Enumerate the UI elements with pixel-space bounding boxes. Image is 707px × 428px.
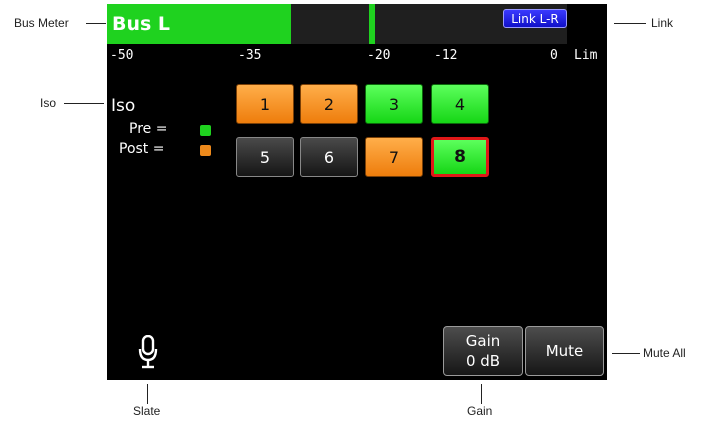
link-l-r-button[interactable]: Link L-R	[503, 9, 567, 28]
scale-label-minus-12: -12	[434, 48, 458, 63]
iso-channel-8-button[interactable]: 8	[431, 137, 489, 177]
gain-button-label: Gain	[465, 332, 501, 350]
bus-meter-peak-marker	[368, 4, 375, 44]
gain-callout: Gain	[467, 404, 493, 418]
slate-callout: Slate	[133, 404, 161, 418]
scale-label-minus-50: -50	[110, 48, 134, 63]
gain-callout-line	[481, 384, 482, 404]
legend-post-label: Post =	[119, 141, 165, 157]
scale-label-minus-35: -35	[238, 48, 262, 63]
microphone-icon[interactable]	[138, 334, 158, 369]
legend-pre-swatch	[200, 125, 211, 136]
mute-button-label: Mute	[545, 342, 584, 360]
link-callout-line	[614, 23, 646, 24]
scale-label-lim: Lim	[574, 48, 598, 63]
bus-meter: Bus L	[107, 4, 567, 44]
iso-callout: Iso	[40, 96, 57, 110]
iso-channel-3-button[interactable]: 3	[365, 84, 423, 124]
link-callout: Link	[651, 16, 674, 30]
scale-label-zero: 0	[550, 48, 558, 63]
gain-button-value: 0 dB	[465, 352, 501, 370]
iso-channel-5-button[interactable]: 5	[236, 137, 294, 177]
scale-label-minus-20: -20	[367, 48, 391, 63]
iso-title: Iso	[111, 96, 136, 116]
bus-meter-callout: Bus Meter	[14, 16, 69, 30]
mute-all-button[interactable]: Mute	[525, 326, 604, 376]
iso-channel-2-button[interactable]: 2	[300, 84, 358, 124]
legend-pre-label: Pre =	[129, 121, 168, 137]
slate-callout-line	[147, 384, 148, 404]
mute-all-callout: Mute All	[643, 346, 686, 360]
device-screen: Bus L Link L-R -50 -35 -20 -12 0 Lim Iso…	[107, 4, 607, 380]
iso-channel-4-button[interactable]: 4	[431, 84, 489, 124]
iso-channel-1-button[interactable]: 1	[236, 84, 294, 124]
iso-channel-7-button[interactable]: 7	[365, 137, 423, 177]
bus-meter-callout-line	[86, 23, 106, 24]
mute-all-callout-line	[612, 353, 640, 354]
iso-callout-line	[64, 103, 104, 104]
bus-label: Bus L	[112, 13, 171, 35]
legend-post-swatch	[200, 145, 211, 156]
gain-button[interactable]: Gain 0 dB	[443, 326, 523, 376]
iso-channel-6-button[interactable]: 6	[300, 137, 358, 177]
